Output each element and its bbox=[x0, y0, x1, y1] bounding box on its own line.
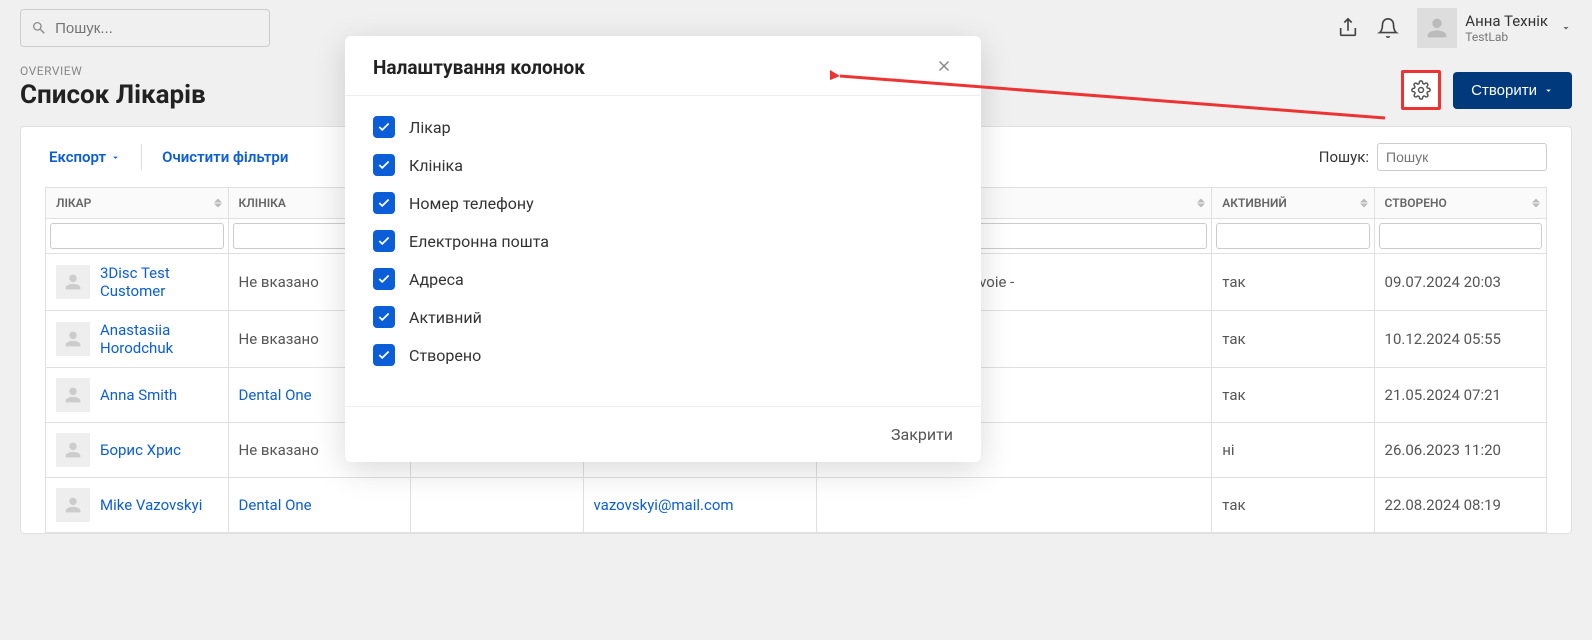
doctor-link[interactable]: Anna Smith bbox=[100, 386, 177, 404]
checkbox[interactable] bbox=[373, 154, 395, 176]
clear-filters-button[interactable]: Очистити фільтри bbox=[162, 148, 288, 166]
table-row: Mike Vazovskyi Dental One vazovskyi@mail… bbox=[46, 478, 1547, 533]
avatar bbox=[56, 378, 90, 412]
avatar bbox=[56, 488, 90, 522]
column-option[interactable]: Лікар bbox=[373, 116, 953, 138]
checkbox[interactable] bbox=[373, 116, 395, 138]
filter-created[interactable] bbox=[1379, 223, 1542, 249]
created-cell: 21.05.2024 07:21 bbox=[1385, 386, 1501, 404]
col-created[interactable]: СТВОРЕНО bbox=[1374, 188, 1546, 219]
doctor-cell: 3Disc Test Customer bbox=[56, 264, 218, 300]
option-label: Активний bbox=[409, 308, 482, 327]
doctor-link[interactable]: 3Disc Test Customer bbox=[100, 264, 218, 300]
share-icon[interactable] bbox=[1337, 17, 1359, 39]
bell-icon[interactable] bbox=[1377, 17, 1399, 39]
column-option[interactable]: Адреса bbox=[373, 268, 953, 290]
created-cell: 09.07.2024 20:03 bbox=[1385, 273, 1501, 291]
checkbox[interactable] bbox=[373, 344, 395, 366]
created-cell: 22.08.2024 08:19 bbox=[1385, 496, 1501, 514]
option-label: Лікар bbox=[409, 118, 451, 137]
doctor-cell: Борис Хрис bbox=[56, 433, 218, 467]
export-button[interactable]: Експорт bbox=[45, 144, 142, 170]
chevron-down-icon bbox=[1560, 22, 1572, 34]
active-cell: так bbox=[1222, 386, 1245, 404]
active-cell: так bbox=[1222, 330, 1245, 348]
active-cell: так bbox=[1222, 496, 1245, 514]
checkbox[interactable] bbox=[373, 230, 395, 252]
checkbox[interactable] bbox=[373, 306, 395, 328]
doctor-link[interactable]: Борис Хрис bbox=[100, 441, 181, 459]
table-search: Пошук: bbox=[1319, 143, 1547, 171]
doctor-cell: Mike Vazovskyi bbox=[56, 488, 218, 522]
column-option[interactable]: Клініка bbox=[373, 154, 953, 176]
doctor-link[interactable]: Anastasiia Horodchuk bbox=[100, 321, 218, 357]
option-label: Номер телефону bbox=[409, 194, 534, 213]
created-cell: 26.06.2023 11:20 bbox=[1385, 441, 1501, 459]
option-label: Електронна пошта bbox=[409, 232, 549, 251]
overview-label: OVERVIEW bbox=[20, 64, 206, 78]
column-option[interactable]: Електронна пошта bbox=[373, 230, 953, 252]
clinic-cell[interactable]: Dental One bbox=[239, 496, 312, 514]
checkbox[interactable] bbox=[373, 192, 395, 214]
table-search-label: Пошук: bbox=[1319, 148, 1369, 166]
modal-body: Лікар Клініка Номер телефону Електронна пош… bbox=[345, 96, 981, 406]
clinic-cell: Не вказано bbox=[239, 273, 319, 291]
filter-active[interactable] bbox=[1216, 223, 1369, 249]
column-option[interactable]: Створено bbox=[373, 344, 953, 366]
email-link[interactable]: vazovskyi@mail.com bbox=[594, 496, 734, 514]
clinic-cell[interactable]: Dental One bbox=[239, 386, 312, 404]
create-button[interactable]: Створити bbox=[1453, 72, 1572, 109]
column-option[interactable]: Активний bbox=[373, 306, 953, 328]
avatar bbox=[56, 265, 90, 299]
user-name: Анна Технік bbox=[1465, 12, 1548, 30]
user-avatar bbox=[1417, 8, 1457, 48]
active-cell: так bbox=[1222, 273, 1245, 291]
modal-header: Налаштування колонок bbox=[345, 36, 981, 96]
user-info: Анна Технік TestLab bbox=[1465, 12, 1548, 44]
global-search-input[interactable] bbox=[55, 20, 259, 37]
avatar bbox=[56, 433, 90, 467]
avatar bbox=[56, 322, 90, 356]
column-option[interactable]: Номер телефону bbox=[373, 192, 953, 214]
checkbox[interactable] bbox=[373, 268, 395, 290]
search-icon bbox=[31, 19, 47, 37]
doctor-cell: Anna Smith bbox=[56, 378, 218, 412]
option-label: Створено bbox=[409, 346, 481, 365]
option-label: Клініка bbox=[409, 156, 463, 175]
filter-doctor[interactable] bbox=[50, 223, 224, 249]
export-label: Експорт bbox=[49, 148, 106, 166]
doctor-link[interactable]: Mike Vazovskyi bbox=[100, 496, 202, 514]
option-label: Адреса bbox=[409, 270, 464, 289]
clinic-cell: Не вказано bbox=[239, 330, 319, 348]
col-active[interactable]: АКТИВНИЙ bbox=[1212, 188, 1374, 219]
user-org: TestLab bbox=[1465, 30, 1548, 44]
table-search-input[interactable] bbox=[1377, 143, 1547, 171]
column-settings-modal: Налаштування колонок Лікар Клініка Номер т… bbox=[345, 36, 981, 462]
clinic-cell: Не вказано bbox=[239, 441, 319, 459]
created-cell: 10.12.2024 05:55 bbox=[1385, 330, 1501, 348]
chevron-down-icon bbox=[1543, 85, 1554, 96]
global-search[interactable] bbox=[20, 9, 270, 47]
col-doctor[interactable]: ЛІКАР bbox=[46, 188, 229, 219]
close-icon bbox=[935, 57, 953, 75]
page-title: Список Лікарів bbox=[20, 80, 206, 110]
modal-title: Налаштування колонок bbox=[373, 56, 585, 79]
modal-close-button[interactable] bbox=[935, 57, 953, 79]
topbar-right: Анна Технік TestLab bbox=[1337, 8, 1572, 48]
active-cell: ні bbox=[1222, 441, 1234, 459]
gear-icon bbox=[1411, 80, 1431, 100]
column-settings-button[interactable] bbox=[1401, 70, 1441, 110]
create-button-label: Створити bbox=[1471, 82, 1537, 99]
chevron-down-icon bbox=[110, 152, 121, 163]
doctor-cell: Anastasiia Horodchuk bbox=[56, 321, 218, 357]
user-menu[interactable]: Анна Технік TestLab bbox=[1417, 8, 1572, 48]
modal-footer-close[interactable]: Закрити bbox=[345, 406, 981, 462]
